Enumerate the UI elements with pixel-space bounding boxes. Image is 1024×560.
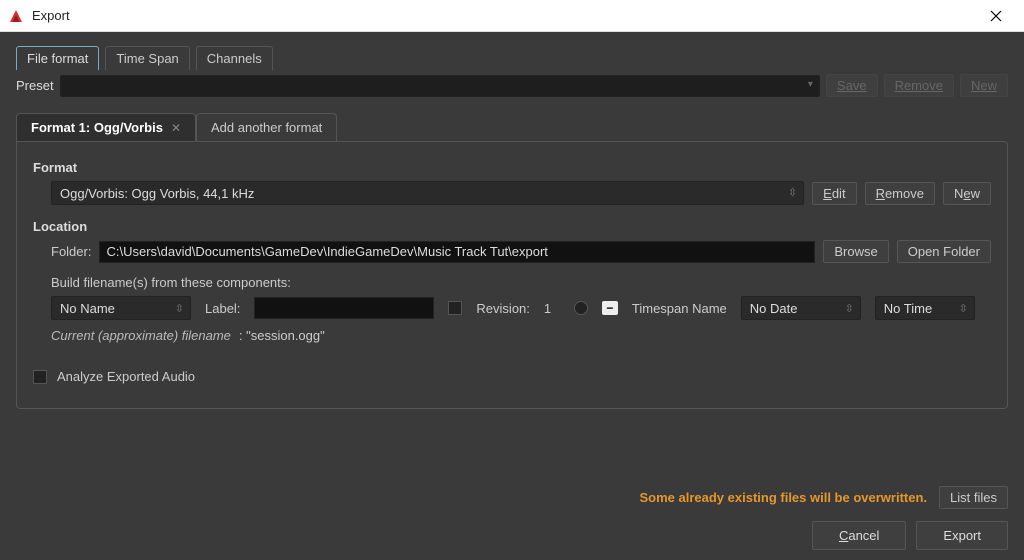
format-tab-1-close-icon[interactable]: ✕ bbox=[171, 121, 181, 135]
window-close-button[interactable] bbox=[976, 1, 1016, 31]
timespan-radio[interactable] bbox=[574, 301, 588, 315]
component-remove-icon[interactable]: − bbox=[602, 301, 618, 315]
cancel-button[interactable]: Cancel bbox=[812, 521, 906, 550]
add-format-tab[interactable]: Add another format bbox=[196, 113, 337, 141]
close-icon bbox=[990, 10, 1002, 22]
analyze-label: Analyze Exported Audio bbox=[57, 369, 195, 384]
session-name-dropdown[interactable]: No Name bbox=[51, 296, 191, 320]
format-panel: Format Ogg/Vorbis: Ogg Vorbis, 44,1 kHz … bbox=[16, 141, 1008, 409]
format-selector[interactable]: Ogg/Vorbis: Ogg Vorbis, 44,1 kHz bbox=[51, 181, 804, 205]
preset-remove-button[interactable]: Remove bbox=[884, 74, 954, 97]
folder-label: Folder: bbox=[51, 244, 91, 259]
tab-file-format[interactable]: File format bbox=[16, 46, 99, 70]
timespan-label: Timespan Name bbox=[632, 301, 727, 316]
preset-label: Preset bbox=[16, 78, 54, 93]
revision-label: Revision: bbox=[476, 301, 529, 316]
current-filename-value: : "session.ogg" bbox=[239, 328, 325, 343]
format-remove-button[interactable]: Remove bbox=[865, 182, 935, 205]
revision-checkbox[interactable] bbox=[448, 301, 462, 315]
format-tab-1[interactable]: Format 1: Ogg/Vorbis ✕ bbox=[16, 113, 196, 141]
folder-path-input[interactable] bbox=[99, 241, 815, 263]
open-folder-button[interactable]: Open Folder bbox=[897, 240, 991, 263]
analyze-checkbox[interactable] bbox=[33, 370, 47, 384]
location-heading: Location bbox=[33, 219, 991, 234]
format-new-button[interactable]: New bbox=[943, 182, 991, 205]
build-filename-label: Build filename(s) from these components: bbox=[51, 275, 291, 290]
format-tabs: Format 1: Ogg/Vorbis ✕ Add another forma… bbox=[16, 113, 1008, 141]
label-label: Label: bbox=[205, 301, 240, 316]
current-filename-label: Current (approximate) filename bbox=[51, 328, 231, 343]
browse-button[interactable]: Browse bbox=[823, 240, 888, 263]
list-files-button[interactable]: List files bbox=[939, 486, 1008, 509]
app-logo-icon bbox=[8, 8, 24, 24]
format-edit-button[interactable]: Edit bbox=[812, 182, 856, 205]
format-tab-1-label: Format 1: Ogg/Vorbis bbox=[31, 120, 163, 135]
format-selector-value: Ogg/Vorbis: Ogg Vorbis, 44,1 kHz bbox=[60, 186, 254, 201]
preset-save-button[interactable]: Save bbox=[826, 74, 878, 97]
export-button[interactable]: Export bbox=[916, 521, 1008, 550]
tab-time-span[interactable]: Time Span bbox=[105, 46, 189, 70]
main-tabs: File format Time Span Channels bbox=[16, 46, 1008, 70]
label-input[interactable] bbox=[254, 297, 434, 319]
footer: Some already existing files will be over… bbox=[16, 478, 1008, 550]
preset-row: Preset Save Remove New bbox=[16, 74, 1008, 97]
preset-new-button[interactable]: New bbox=[960, 74, 1008, 97]
title-bar: Export bbox=[0, 0, 1024, 32]
date-dropdown[interactable]: No Date bbox=[741, 296, 861, 320]
overwrite-warning: Some already existing files will be over… bbox=[639, 490, 927, 505]
tab-channels[interactable]: Channels bbox=[196, 46, 273, 70]
preset-dropdown[interactable] bbox=[60, 75, 820, 97]
format-heading: Format bbox=[33, 160, 991, 175]
window-title: Export bbox=[32, 8, 70, 23]
time-dropdown[interactable]: No Time bbox=[875, 296, 975, 320]
revision-value: 1 bbox=[544, 301, 560, 316]
